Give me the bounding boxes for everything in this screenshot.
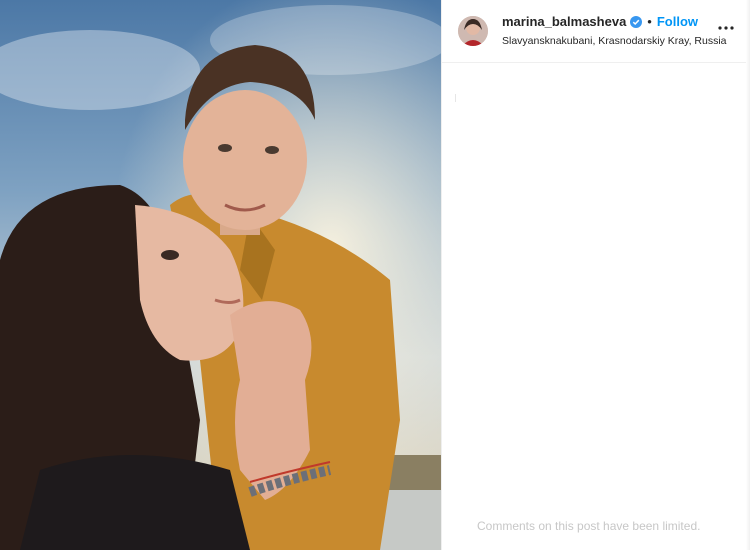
user-line: marina_balmasheva • Follow xyxy=(502,14,698,29)
post-sidebar: marina_balmasheva • Follow Slavyansknaku… xyxy=(441,0,750,550)
location-link[interactable]: Slavyansknakubani, Krasnodarskiy Kray, R… xyxy=(502,35,727,47)
username-link[interactable]: marina_balmasheva xyxy=(502,14,626,29)
more-options-icon[interactable] xyxy=(716,18,736,38)
comments-area-marker xyxy=(455,94,456,102)
separator-dot: • xyxy=(647,14,652,29)
avatar[interactable] xyxy=(458,16,488,46)
panel-edge xyxy=(746,0,750,550)
follow-button[interactable]: Follow xyxy=(657,14,698,29)
post-photo-illustration xyxy=(0,0,441,550)
post-header: marina_balmasheva • Follow Slavyansknaku… xyxy=(442,0,750,63)
post-photo[interactable] xyxy=(0,0,441,550)
verified-badge-icon xyxy=(630,15,643,28)
avatar-image xyxy=(458,16,488,46)
comments-limited-note: Comments on this post have been limited. xyxy=(477,519,701,533)
